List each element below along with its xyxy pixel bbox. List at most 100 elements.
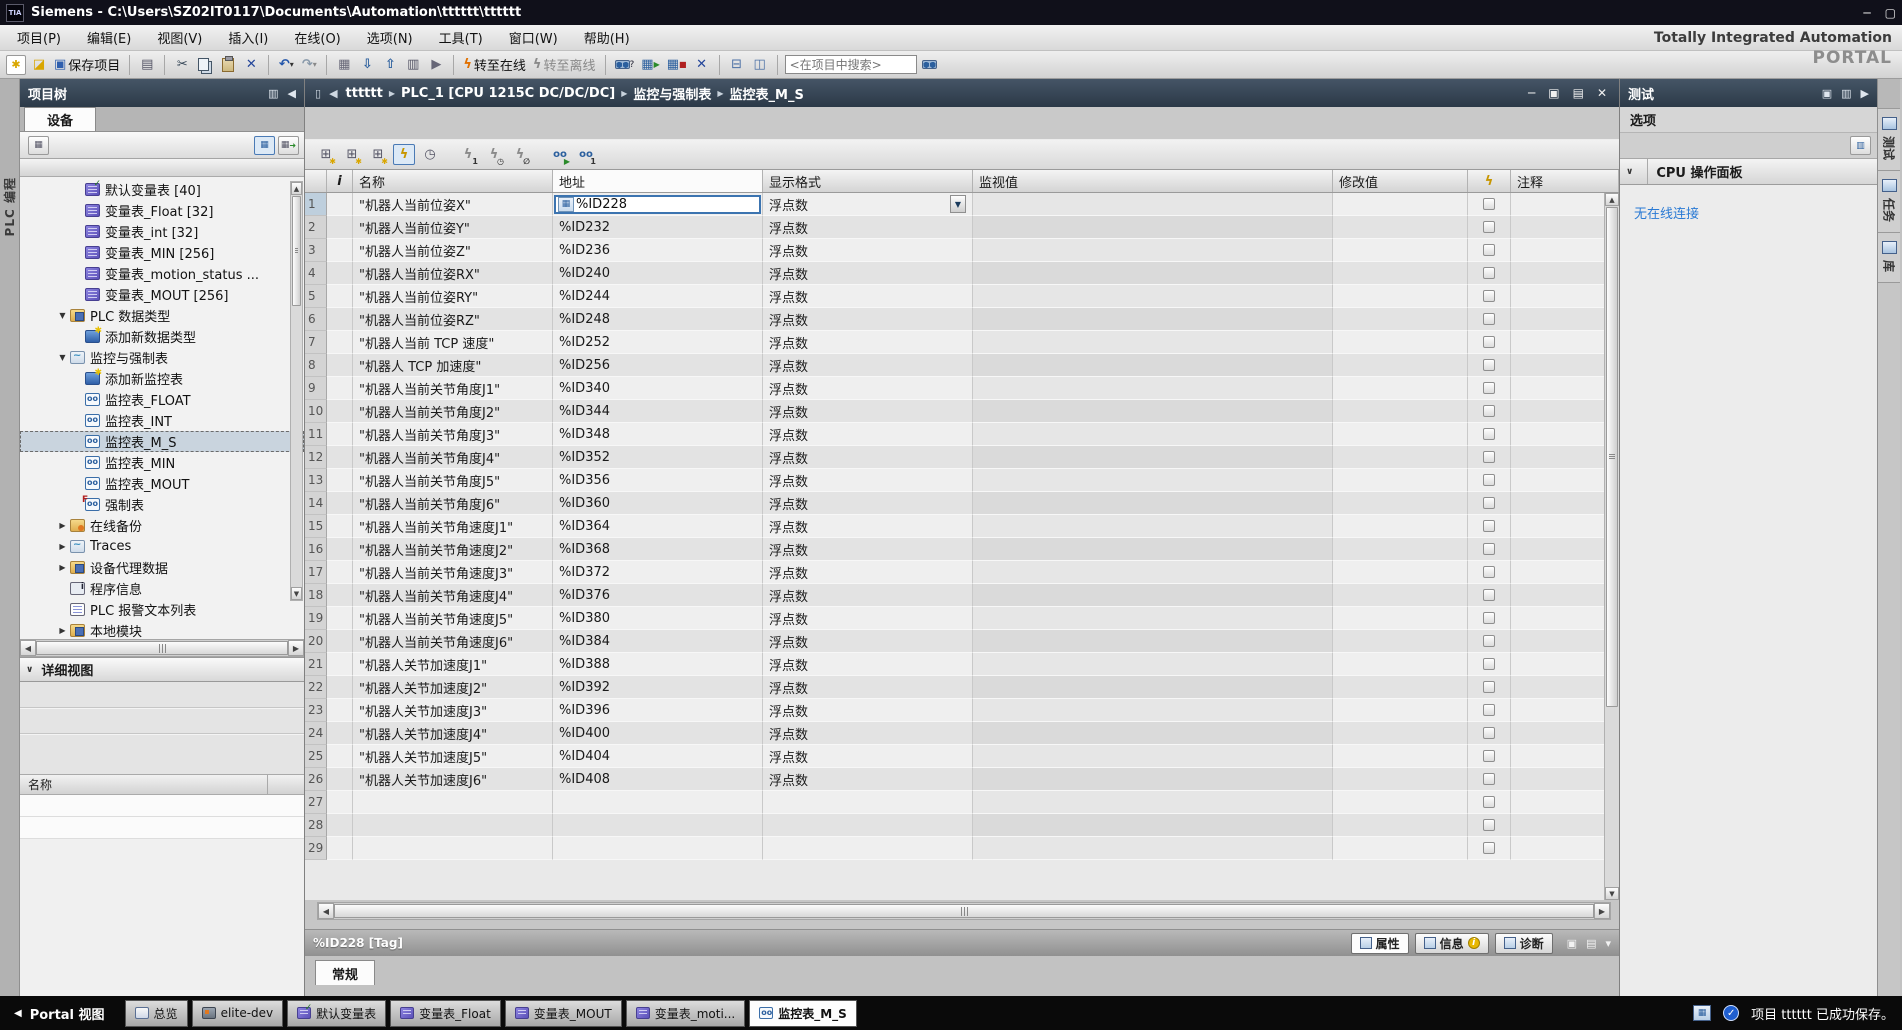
tag-name-cell[interactable]: "机器人当前关节角速度J3" bbox=[353, 561, 553, 584]
modify-value-cell[interactable] bbox=[1333, 538, 1468, 561]
modify-checkbox[interactable] bbox=[1483, 244, 1495, 256]
scroll-up-icon[interactable]: ▲ bbox=[291, 182, 302, 195]
stop-cpu-icon[interactable]: ▦■ bbox=[665, 55, 689, 75]
comment-cell[interactable] bbox=[1511, 216, 1619, 239]
table-row[interactable]: 22"机器人关节加速度J2"%ID392浮点数 bbox=[305, 676, 1619, 699]
modify-value-cell[interactable] bbox=[1333, 791, 1468, 814]
comment-cell[interactable] bbox=[1511, 423, 1619, 446]
address-cell[interactable]: %ID248 bbox=[553, 308, 763, 331]
address-cell[interactable]: %ID232 bbox=[553, 216, 763, 239]
modify-checkbox[interactable] bbox=[1483, 658, 1495, 670]
cut-icon[interactable]: ✂ bbox=[172, 55, 192, 75]
view-options-icon[interactable]: ▦ bbox=[254, 136, 275, 155]
tab-devices[interactable]: 设备 bbox=[24, 107, 96, 131]
scroll-right-icon[interactable]: ▶ bbox=[1594, 903, 1610, 919]
tag-name-cell[interactable]: "机器人当前关节角速度J2" bbox=[353, 538, 553, 561]
modify-checkbox[interactable] bbox=[1483, 727, 1495, 739]
scroll-right-icon[interactable]: ▶ bbox=[288, 640, 304, 656]
editor-close-icon[interactable]: ✕ bbox=[1597, 86, 1607, 100]
side-tab-任务[interactable]: 任务 bbox=[1878, 171, 1900, 233]
comment-cell[interactable] bbox=[1511, 791, 1619, 814]
save-project-button[interactable]: ▣保存项目 bbox=[52, 55, 122, 75]
modify-checkbox[interactable] bbox=[1483, 819, 1495, 831]
display-format-cell[interactable]: 浮点数 bbox=[763, 699, 973, 722]
modify-value-cell[interactable] bbox=[1333, 377, 1468, 400]
project-search-input[interactable] bbox=[785, 55, 917, 74]
breadcrumb-item[interactable]: 监控与强制表 bbox=[633, 84, 711, 103]
tree-item[interactable]: 监控表_M_S bbox=[20, 431, 304, 452]
comment-cell[interactable] bbox=[1511, 814, 1619, 837]
monitor-all-icon[interactable]: ϟ bbox=[393, 144, 415, 165]
address-cell[interactable]: %ID236 bbox=[553, 239, 763, 262]
menu-item[interactable]: 工具(T) bbox=[426, 28, 496, 47]
print-icon[interactable]: ▤ bbox=[137, 55, 157, 75]
tag-name-cell[interactable]: "机器人关节加速度J4" bbox=[353, 722, 553, 745]
comment-cell[interactable] bbox=[1511, 239, 1619, 262]
display-format-cell[interactable] bbox=[763, 837, 973, 860]
comment-cell[interactable] bbox=[1511, 469, 1619, 492]
display-format-cell[interactable]: 浮点数 bbox=[763, 423, 973, 446]
taskbar-button[interactable]: elite-dev bbox=[192, 1000, 284, 1027]
tree-item[interactable]: 变量表_motion_status ... bbox=[20, 263, 304, 284]
modify-checkbox[interactable] bbox=[1483, 704, 1495, 716]
table-row[interactable]: 1"机器人当前位姿X"▦浮点数▼ bbox=[305, 193, 1619, 216]
modify-value-cell[interactable] bbox=[1333, 216, 1468, 239]
display-format-cell[interactable]: 浮点数 bbox=[763, 515, 973, 538]
address-cell[interactable]: %ID376 bbox=[553, 584, 763, 607]
display-format-cell[interactable]: 浮点数 bbox=[763, 676, 973, 699]
search-icon[interactable] bbox=[920, 55, 940, 75]
display-format-cell[interactable]: 浮点数 bbox=[763, 262, 973, 285]
tree-item[interactable]: ▶在线备份 bbox=[20, 515, 304, 536]
panel-expand-icon[interactable]: ▶ bbox=[1861, 87, 1869, 100]
modify-checkbox[interactable] bbox=[1483, 359, 1495, 371]
table-row[interactable]: 6"机器人当前位姿RZ"%ID248浮点数 bbox=[305, 308, 1619, 331]
modify-value-cell[interactable] bbox=[1333, 239, 1468, 262]
info-button[interactable]: 信息 i bbox=[1415, 933, 1489, 954]
display-format-cell[interactable]: 浮点数 bbox=[763, 285, 973, 308]
tree-item[interactable]: 监控表_INT bbox=[20, 410, 304, 431]
display-format-cell[interactable] bbox=[763, 791, 973, 814]
tag-name-cell[interactable]: "机器人当前位姿X" bbox=[353, 193, 553, 216]
column-header-monitor[interactable]: 监视值 bbox=[973, 170, 1333, 192]
cancel-icon[interactable]: ✕ bbox=[692, 55, 712, 75]
table-row[interactable]: 27 bbox=[305, 791, 1619, 814]
comment-cell[interactable] bbox=[1511, 538, 1619, 561]
tag-name-cell[interactable]: "机器人当前 TCP 速度" bbox=[353, 331, 553, 354]
address-cell[interactable]: %ID372 bbox=[553, 561, 763, 584]
column-header-format[interactable]: 显示格式 bbox=[763, 170, 973, 192]
table-vertical-scrollbar[interactable]: ▲ ▼ bbox=[1604, 193, 1619, 900]
scroll-left-icon[interactable]: ◀ bbox=[20, 640, 36, 656]
display-format-cell[interactable]: 浮点数 bbox=[763, 308, 973, 331]
options-window-icon[interactable]: ▥ bbox=[1850, 136, 1871, 155]
column-header-modify[interactable]: 修改值 bbox=[1333, 170, 1468, 192]
editor-minimize-icon[interactable]: ─ bbox=[1528, 86, 1535, 100]
modify-value-cell[interactable] bbox=[1333, 354, 1468, 377]
menu-item[interactable]: 插入(I) bbox=[215, 28, 281, 47]
split-editor-horizontal-icon[interactable]: ⊟ bbox=[727, 55, 747, 75]
modify-checkbox[interactable] bbox=[1483, 520, 1495, 532]
detail-view-header[interactable]: ∨ 详细视图 bbox=[20, 657, 304, 682]
tag-name-cell[interactable]: "机器人当前位姿RZ" bbox=[353, 308, 553, 331]
modify-checkbox[interactable] bbox=[1483, 773, 1495, 785]
tag-name-cell[interactable]: "机器人当前关节角度J1" bbox=[353, 377, 553, 400]
display-format-cell[interactable]: 浮点数 bbox=[763, 607, 973, 630]
maximize-icon[interactable]: ▢ bbox=[1885, 6, 1896, 20]
side-tab-测试[interactable]: 测试 bbox=[1878, 109, 1900, 171]
table-row[interactable]: 8"机器人 TCP 加速度"%ID256浮点数 bbox=[305, 354, 1619, 377]
modify-once-icon[interactable]: ϟ1 bbox=[457, 144, 479, 165]
comment-cell[interactable] bbox=[1511, 354, 1619, 377]
menu-item[interactable]: 在线(O) bbox=[281, 28, 353, 47]
scroll-left-icon[interactable]: ◀ bbox=[318, 903, 334, 919]
modify-value-cell[interactable] bbox=[1333, 492, 1468, 515]
table-row[interactable]: 3"机器人当前位姿Z"%ID236浮点数 bbox=[305, 239, 1619, 262]
tag-name-cell[interactable]: "机器人当前关节角度J4" bbox=[353, 446, 553, 469]
tree-item[interactable]: 添加新监控表 bbox=[20, 368, 304, 389]
table-row[interactable]: 18"机器人当前关节角速度J4"%ID376浮点数 bbox=[305, 584, 1619, 607]
address-cell[interactable]: %ID384 bbox=[553, 630, 763, 653]
menu-item[interactable]: 编辑(E) bbox=[74, 28, 144, 47]
modify-value-cell[interactable] bbox=[1333, 653, 1468, 676]
tag-name-cell[interactable] bbox=[353, 814, 553, 837]
tag-name-cell[interactable]: "机器人关节加速度J5" bbox=[353, 745, 553, 768]
tree-item[interactable]: 变量表_MOUT [256] bbox=[20, 284, 304, 305]
expand-arrow-icon[interactable]: ▼ bbox=[55, 353, 70, 362]
